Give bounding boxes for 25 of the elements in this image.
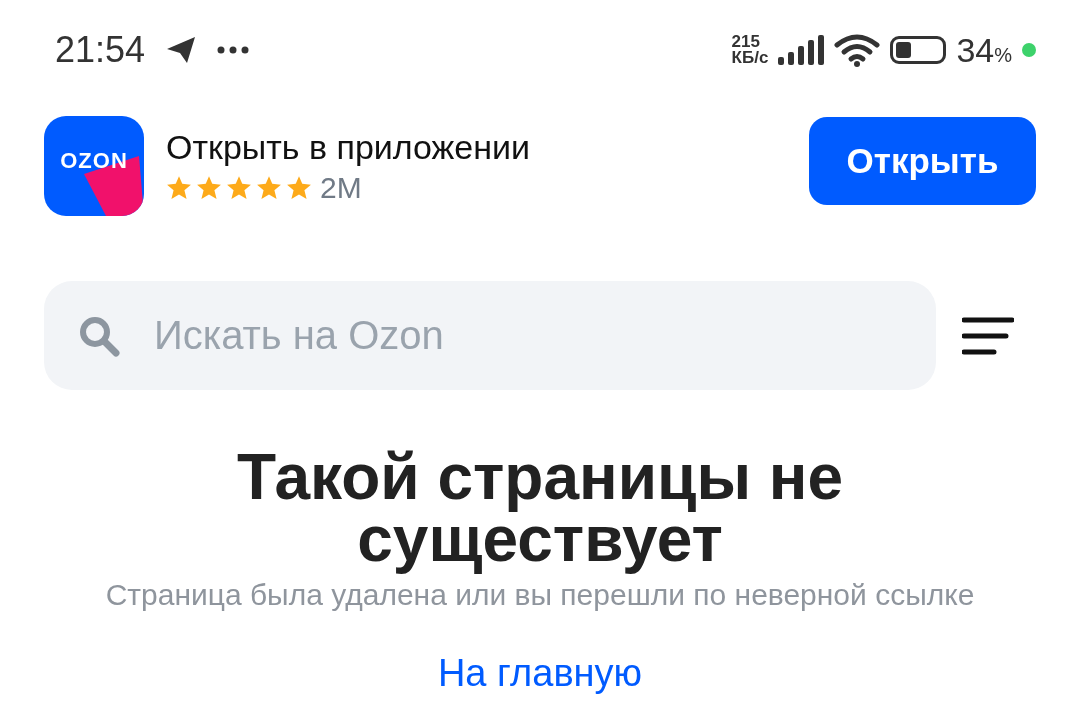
- search-field[interactable]: Искать на Ozon: [44, 281, 936, 390]
- network-speed-value: 215: [731, 34, 761, 50]
- banner-title: Открыть в приложении: [166, 127, 531, 167]
- rating-count: 2M: [320, 170, 362, 205]
- paper-plane-icon: [165, 35, 198, 65]
- error-message: Страница была удалена или вы перешли по неверной ссылке: [105, 578, 975, 612]
- wifi-icon: [834, 33, 881, 67]
- star-icon: [256, 175, 282, 200]
- home-link[interactable]: На главную: [437, 652, 643, 695]
- search-icon: [78, 315, 120, 357]
- open-app-button[interactable]: Открыть: [809, 117, 1036, 205]
- star-icon: [196, 175, 222, 200]
- status-dot: [1022, 43, 1036, 57]
- star-icon: [286, 175, 312, 200]
- percent-sign: %: [994, 43, 1012, 66]
- star-icon: [166, 175, 192, 200]
- network-speed-unit: КБ/с: [731, 50, 769, 66]
- menu-icon[interactable]: [962, 315, 1014, 356]
- battery-icon: [890, 36, 947, 64]
- more-dots-icon: [217, 46, 250, 54]
- logo-text: OZON: [60, 148, 128, 174]
- battery-percent: 34: [956, 30, 995, 69]
- signal-bars-icon: [778, 35, 825, 65]
- clock-time: 21:54: [55, 29, 146, 71]
- star-icon: [226, 175, 252, 200]
